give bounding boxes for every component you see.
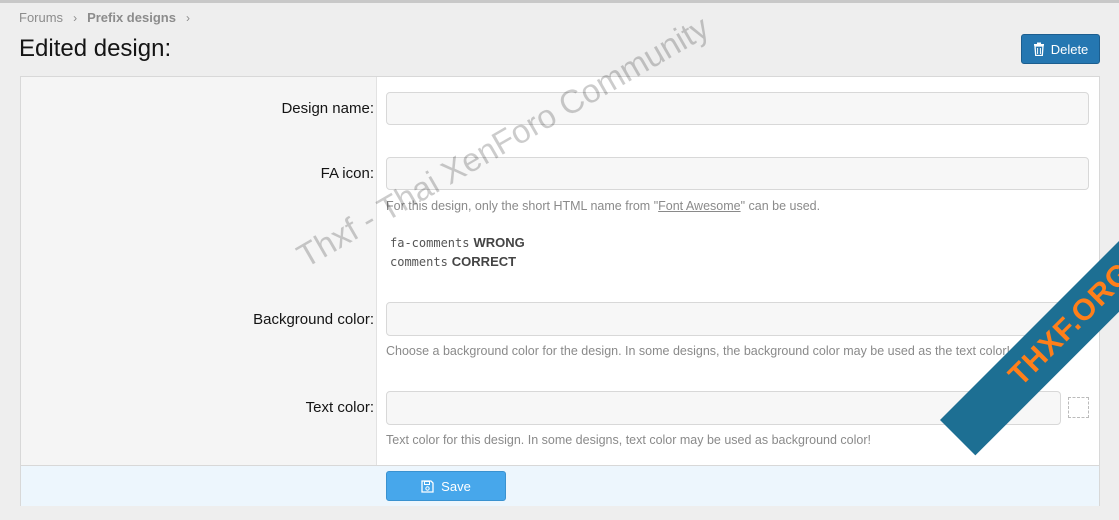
edit-form-panel: Design name: FA icon: For this design, o…	[20, 76, 1100, 506]
top-shade	[0, 0, 1119, 3]
example-correct-verdict: CORRECT	[451, 254, 517, 269]
fa-icon-hint-prefix: For this design, only the short HTML nam…	[386, 199, 659, 213]
save-button-label: Save	[441, 478, 471, 494]
example-correct: comments CORRECT	[390, 254, 516, 269]
chevron-right-icon: ›	[185, 10, 190, 25]
form-footer: Save	[21, 465, 1099, 506]
save-button[interactable]: Save	[386, 471, 506, 501]
delete-button[interactable]: Delete	[1021, 34, 1100, 64]
example-wrong-verdict: WRONG	[473, 235, 525, 250]
breadcrumb-prefix-designs[interactable]: Prefix designs	[87, 10, 176, 25]
text-color-hint: Text color for this design. In some desi…	[386, 433, 871, 447]
design-name-label: Design name:	[281, 100, 374, 117]
fa-icon-input[interactable]	[386, 157, 1089, 190]
design-name-input[interactable]	[386, 92, 1089, 125]
text-color-label: Text color:	[305, 399, 374, 416]
font-awesome-link[interactable]: Font Awesome	[658, 199, 740, 213]
example-wrong: fa-comments WRONG	[390, 235, 525, 250]
background-color-label: Background color:	[253, 311, 374, 328]
trash-icon	[1033, 42, 1044, 56]
fa-icon-label: FA icon:	[320, 165, 374, 182]
page-title: Edited design:	[19, 35, 172, 62]
fa-icon-hint-suffix: " can be used.	[740, 199, 821, 213]
delete-button-label: Delete	[1050, 41, 1089, 57]
background-color-hint: Choose a background color for the design…	[386, 344, 1010, 358]
example-correct-code: comments	[390, 255, 448, 269]
text-color-swatch[interactable]	[1068, 397, 1089, 418]
breadcrumb-forums[interactable]: Forums	[19, 10, 63, 25]
chevron-right-icon: ›	[73, 10, 78, 25]
background-color-input[interactable]	[386, 302, 1061, 336]
breadcrumb: Forums › Prefix designs ›	[19, 10, 200, 25]
example-wrong-code: fa-comments	[390, 236, 470, 250]
save-icon	[421, 479, 434, 493]
fa-icon-hint: For this design, only the short HTML nam…	[386, 199, 820, 213]
